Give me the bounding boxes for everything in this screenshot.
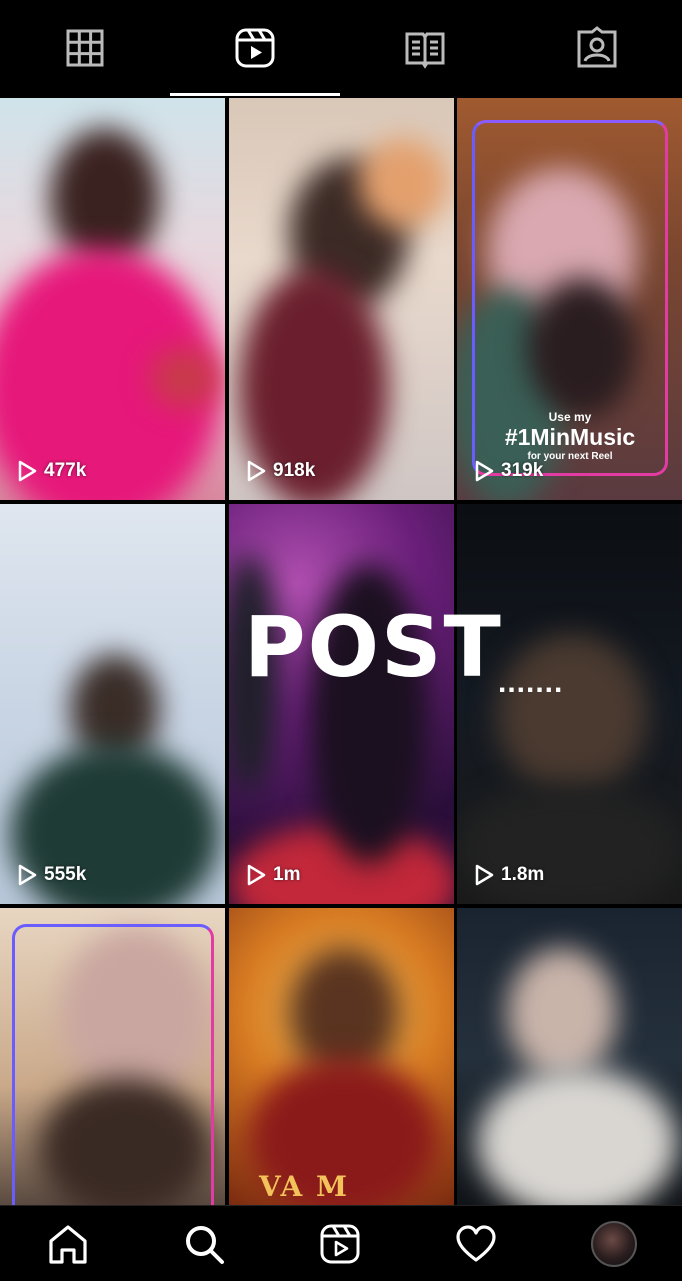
promo-frame — [12, 924, 214, 1205]
nav-activity[interactable] — [408, 1206, 544, 1281]
view-count: 477k — [16, 460, 86, 482]
avatar — [591, 1220, 637, 1267]
play-icon — [247, 864, 266, 886]
view-count-text: 477k — [44, 460, 87, 481]
dots-overlay-text: ....... — [498, 666, 564, 699]
view-count-text: 555k — [44, 864, 87, 885]
play-icon — [18, 864, 37, 886]
reel-thumbnail[interactable]: 477k — [0, 98, 225, 500]
nav-reels[interactable] — [272, 1206, 408, 1281]
profile-tab-bar — [0, 0, 682, 96]
tab-posts-grid[interactable] — [0, 0, 170, 96]
play-icon — [247, 460, 266, 482]
reel-caption: VA M — [259, 1170, 350, 1203]
reel-thumbnail[interactable]: 1.8m — [457, 504, 682, 904]
view-count-text: 319k — [501, 460, 544, 481]
nav-home[interactable] — [0, 1206, 136, 1281]
bottom-navigation — [0, 1205, 682, 1281]
view-count: 319k — [473, 460, 543, 482]
post-overlay-text: POST — [244, 598, 503, 696]
reel-thumbnail[interactable]: 555k — [0, 504, 225, 904]
reels-icon — [235, 28, 275, 68]
view-count: 1m — [245, 864, 300, 886]
promo-hashtag: #1MinMusic — [504, 424, 636, 450]
play-icon — [475, 460, 494, 482]
home-icon — [49, 1224, 87, 1264]
reel-thumbnail[interactable]: VA M — [229, 908, 454, 1205]
search-icon — [186, 1225, 224, 1264]
reel-thumbnail[interactable]: Use my #1MinMusic for your next Reel 319… — [457, 98, 682, 500]
view-count-text: 918k — [273, 460, 316, 481]
view-count-text: 1.8m — [501, 864, 545, 885]
view-count: 918k — [245, 460, 315, 482]
selected-tab-indicator — [170, 93, 340, 96]
reel-thumbnail[interactable] — [0, 908, 225, 1205]
view-count: 1.8m — [473, 864, 544, 886]
view-count: 555k — [16, 864, 86, 886]
reel-thumbnail[interactable] — [457, 908, 682, 1205]
reel-thumbnail[interactable]: 918k — [229, 98, 454, 500]
tab-guides[interactable] — [340, 0, 510, 96]
tab-reels[interactable] — [170, 0, 340, 96]
play-icon — [475, 864, 494, 886]
nav-profile[interactable] — [546, 1206, 682, 1281]
promo-line-1: Use my — [548, 410, 592, 424]
nav-search[interactable] — [136, 1206, 272, 1281]
grid-icon — [66, 29, 104, 67]
promo-overlay: Use my #1MinMusic for your next Reel — [480, 410, 660, 462]
reel-thumbnail[interactable]: 1m — [229, 504, 454, 904]
tagged-person-icon — [577, 26, 617, 68]
tab-tagged[interactable] — [512, 0, 682, 96]
reels-icon — [320, 1224, 360, 1263]
play-icon — [18, 460, 37, 482]
guide-book-icon — [405, 32, 445, 69]
view-count-text: 1m — [273, 864, 301, 885]
heart-icon — [456, 1224, 496, 1262]
reels-grid: 477k 918k Use my #1MinMusic for your nex… — [0, 98, 682, 1205]
